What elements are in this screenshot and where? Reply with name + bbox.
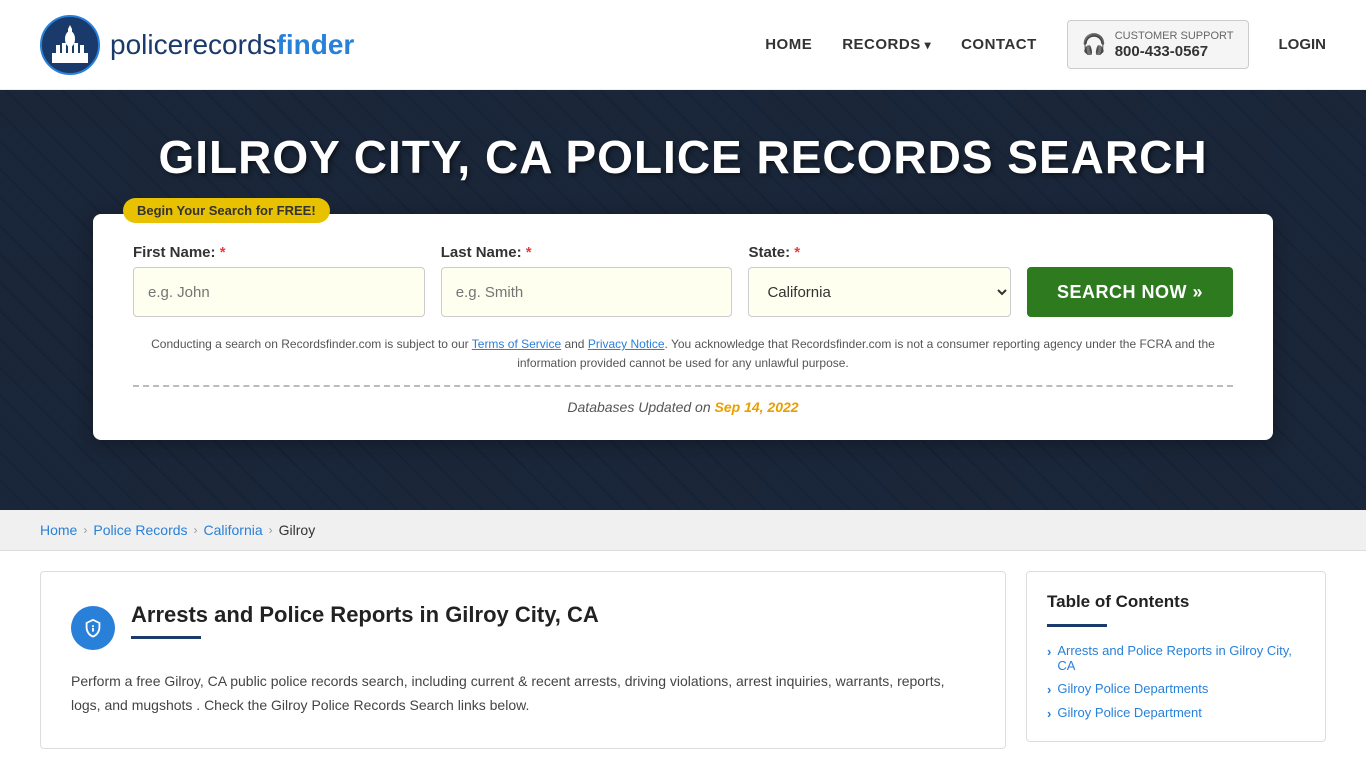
last-name-input[interactable]	[441, 267, 733, 317]
state-label: State: *	[748, 244, 1011, 261]
content-area: Arrests and Police Reports in Gilroy Cit…	[0, 551, 1366, 769]
breadcrumb-sep-3: ›	[269, 523, 273, 537]
nav-contact[interactable]: CONTACT	[961, 36, 1037, 53]
toc-arrow-2: ›	[1047, 682, 1051, 697]
toc-item-3: › Gilroy Police Department	[1047, 705, 1305, 721]
main-content: Arrests and Police Reports in Gilroy Cit…	[40, 571, 1006, 749]
article-title: Arrests and Police Reports in Gilroy Cit…	[131, 602, 599, 628]
breadcrumb-police-records[interactable]: Police Records	[93, 522, 187, 538]
tos-link[interactable]: Terms of Service	[472, 337, 561, 351]
toc-divider	[1047, 624, 1107, 627]
hero-title: GILROY CITY, CA POLICE RECORDS SEARCH	[158, 130, 1207, 184]
nav-records[interactable]: RECORDS	[842, 36, 931, 53]
first-name-input[interactable]	[133, 267, 425, 317]
search-form: First Name: * Last Name: * State: *	[133, 244, 1233, 317]
toc-link-3[interactable]: Gilroy Police Department	[1057, 705, 1202, 720]
last-name-label: Last Name: *	[441, 244, 733, 261]
article-body: Perform a free Gilroy, CA public police …	[71, 670, 975, 718]
shield-badge-icon	[82, 617, 104, 639]
search-card: Begin Your Search for FREE! First Name: …	[93, 214, 1273, 440]
toc-item-2: › Gilroy Police Departments	[1047, 681, 1305, 697]
state-select[interactable]: California Alabama Alaska Arizona Arkans…	[748, 267, 1011, 317]
breadcrumb-gilroy: Gilroy	[279, 522, 316, 538]
privacy-link[interactable]: Privacy Notice	[588, 337, 665, 351]
article-title-block: Arrests and Police Reports in Gilroy Cit…	[131, 602, 599, 639]
sidebar: Table of Contents › Arrests and Police R…	[1026, 571, 1326, 749]
headset-icon: 🎧	[1082, 32, 1107, 57]
logo-text: policerecordsfinder	[110, 29, 354, 61]
search-button[interactable]: SEARCH NOW »	[1027, 267, 1233, 317]
logo-area: policerecordsfinder	[40, 15, 354, 75]
toc-link-1[interactable]: Arrests and Police Reports in Gilroy Cit…	[1057, 643, 1305, 673]
free-badge: Begin Your Search for FREE!	[123, 198, 330, 223]
breadcrumb-california[interactable]: California	[204, 522, 263, 538]
db-date: Sep 14, 2022	[715, 399, 799, 415]
toc-box: Table of Contents › Arrests and Police R…	[1026, 571, 1326, 742]
first-name-label: First Name: *	[133, 244, 425, 261]
site-header: policerecordsfinder HOME RECORDS CONTACT…	[0, 0, 1366, 90]
breadcrumb-home[interactable]: Home	[40, 522, 77, 538]
title-underline	[131, 636, 201, 639]
nav-home[interactable]: HOME	[765, 36, 812, 53]
first-name-required: *	[220, 244, 226, 261]
state-group: State: * California Alabama Alaska Arizo…	[748, 244, 1011, 317]
customer-support-box: 🎧 CUSTOMER SUPPORT 800-433-0567	[1067, 20, 1249, 69]
toc-arrow-1: ›	[1047, 644, 1051, 659]
disclaimer-text: Conducting a search on Recordsfinder.com…	[133, 335, 1233, 373]
hero-section: GILROY CITY, CA POLICE RECORDS SEARCH Be…	[0, 90, 1366, 510]
logo-icon	[40, 15, 100, 75]
divider	[133, 385, 1233, 387]
main-nav: HOME RECORDS CONTACT 🎧 CUSTOMER SUPPORT …	[765, 20, 1326, 69]
support-label: CUSTOMER SUPPORT	[1115, 29, 1234, 43]
toc-item-1: › Arrests and Police Reports in Gilroy C…	[1047, 643, 1305, 673]
support-info: CUSTOMER SUPPORT 800-433-0567	[1115, 29, 1234, 60]
breadcrumb: Home › Police Records › California › Gil…	[40, 522, 1326, 538]
toc-list: › Arrests and Police Reports in Gilroy C…	[1047, 643, 1305, 721]
last-name-required: *	[526, 244, 532, 261]
hero-content: GILROY CITY, CA POLICE RECORDS SEARCH Be…	[83, 130, 1283, 440]
badge-icon	[71, 606, 115, 650]
support-number: 800-433-0567	[1115, 43, 1234, 60]
article-header: Arrests and Police Reports in Gilroy Cit…	[71, 602, 975, 650]
db-label: Databases Updated on	[567, 399, 710, 415]
db-updated: Databases Updated on Sep 14, 2022	[133, 399, 1233, 415]
last-name-group: Last Name: *	[441, 244, 733, 317]
state-required: *	[794, 244, 800, 261]
toc-link-2[interactable]: Gilroy Police Departments	[1057, 681, 1208, 696]
nav-login[interactable]: LOGIN	[1279, 36, 1327, 53]
breadcrumb-bar: Home › Police Records › California › Gil…	[0, 510, 1366, 551]
toc-arrow-3: ›	[1047, 706, 1051, 721]
toc-title: Table of Contents	[1047, 592, 1305, 612]
breadcrumb-sep-2: ›	[194, 523, 198, 537]
first-name-group: First Name: *	[133, 244, 425, 317]
breadcrumb-sep-1: ›	[83, 523, 87, 537]
